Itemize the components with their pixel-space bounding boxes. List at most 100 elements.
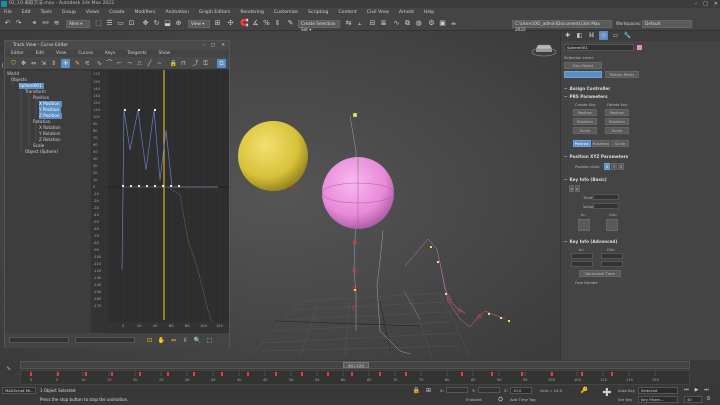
time-config-icon[interactable]: ⏱ [704, 395, 713, 404]
adv-out-field-2[interactable] [601, 261, 623, 267]
material-editor-icon[interactable]: ◍ [414, 19, 423, 28]
slide-keys-icon[interactable]: ⇔ [29, 59, 38, 68]
track-view-title-bar[interactable]: Track View - Curve Editor ✕ □ – [5, 41, 229, 50]
menu-customize[interactable]: Customize [274, 10, 298, 15]
prev-key-icon[interactable]: ◂ [569, 185, 574, 192]
motion-tab-icon[interactable]: ◎ [599, 31, 608, 40]
x-coord-field[interactable] [446, 387, 468, 393]
axis-y-button[interactable]: Y [611, 163, 617, 170]
pan-icon[interactable]: ✋ [157, 336, 166, 345]
project-path-field[interactable]: C:\Users\OO_admin\Documents\3ds Max 2022 [512, 20, 612, 32]
tv-menu-keys[interactable]: Keys [105, 50, 115, 57]
delete-position-key-button[interactable]: Position [605, 109, 629, 116]
set-key-button[interactable]: Set Key [618, 397, 632, 402]
close-icon[interactable]: ✕ [714, 0, 718, 8]
add-time-tag[interactable]: Add Time Tag [510, 397, 535, 402]
menu-file[interactable]: File [4, 10, 12, 15]
select-rotate-icon[interactable]: ↻ [152, 19, 161, 28]
key-mode-selected-dropdown[interactable]: Selected [638, 387, 678, 394]
tv-menu-show[interactable]: Show [159, 50, 171, 57]
reference-coord-dropdown[interactable]: View ▾ [188, 20, 210, 28]
adv-out-field-1[interactable] [601, 253, 623, 259]
create-rotation-key-button[interactable]: Rotation [573, 118, 597, 125]
track-view-curve-editor[interactable]: Track View - Curve Editor ✕ □ – Editor E… [4, 40, 230, 348]
align-icon[interactable]: ⫠ [355, 19, 364, 28]
window-crossing-icon[interactable]: ⊡ [127, 19, 136, 28]
render-setup-icon[interactable]: ⚙ [427, 19, 436, 28]
current-frame-field[interactable]: 40 [684, 396, 702, 403]
mini-curve-icon[interactable]: ∿ [4, 364, 13, 373]
object-color-swatch[interactable] [637, 45, 642, 50]
select-scale-icon[interactable]: ⬓ [163, 19, 172, 28]
create-scale-key-button[interactable]: Scale [573, 127, 597, 134]
selection-filter-dropdown[interactable]: Alles ▾ [66, 20, 90, 28]
select-by-name-icon[interactable]: ☰ [105, 19, 114, 28]
key-time-field[interactable] [593, 194, 619, 200]
snap-frames-icon[interactable]: ⊓ [179, 59, 188, 68]
maximize-icon[interactable]: □ [703, 0, 708, 8]
assign-controller-rollout[interactable]: Assign Controller [564, 86, 638, 92]
draw-curves-icon[interactable]: ✎ [73, 59, 82, 68]
tv-key-value-field[interactable] [75, 337, 135, 343]
angle-snap-icon[interactable]: ∡ [251, 19, 260, 28]
select-object-icon[interactable]: ⬚ [94, 19, 103, 28]
utilities-tab-icon[interactable]: 🔧 [623, 31, 632, 40]
rendered-frame-icon[interactable]: ▣ [438, 19, 447, 28]
in-tangent-button[interactable] [578, 219, 590, 231]
zoom-region-icon[interactable]: ⬚ [205, 336, 214, 345]
zoom-icon[interactable]: 🔍 [193, 336, 202, 345]
lock-selection-icon[interactable]: 🔒 [169, 59, 178, 68]
tv-menu-curves[interactable]: Curves [78, 50, 93, 57]
tv-menu-edit[interactable]: Edit [36, 50, 44, 57]
track-bar-keys[interactable] [30, 372, 613, 376]
track-view-maximize-icon[interactable]: □ [211, 41, 215, 50]
y-coord-field[interactable] [478, 387, 500, 393]
maxscript-listener[interactable]: MAXScript Mi... [2, 387, 36, 394]
placement-icon[interactable]: ⊕ [174, 19, 183, 28]
undo-icon[interactable]: ↶ [3, 19, 12, 28]
curve-editor-icon[interactable]: ∿ [392, 19, 401, 28]
create-selection-set-dropdown[interactable]: Create Selection Set ▾ [298, 20, 340, 32]
adv-in-field-2[interactable] [571, 261, 593, 267]
rotation-tab-button[interactable]: Rotation [592, 140, 610, 147]
key-icon[interactable]: 🔑 [580, 386, 589, 395]
time-slider[interactable]: 40 / 120 [20, 361, 690, 369]
tv-menu-view[interactable]: View [56, 50, 66, 57]
menu-graph-editors[interactable]: Graph Editors [199, 10, 231, 15]
menu-scripting[interactable]: Scripting [308, 10, 328, 15]
position-xyz-rollout[interactable]: Position XYZ Parameters [564, 154, 638, 160]
create-tab-icon[interactable]: ✚ [563, 31, 572, 40]
prs-parameters-rollout[interactable]: PRS Parameters [564, 94, 638, 100]
scale-keys-icon[interactable]: ⇲ [39, 59, 48, 68]
track-view-minimize-icon[interactable]: – [203, 41, 205, 50]
z-position-curve[interactable] [124, 186, 215, 331]
key-info-basic-rollout[interactable]: Key Info (Basic) [564, 177, 638, 183]
menu-create[interactable]: Create [109, 10, 124, 15]
smooth-tangent-icon[interactable]: ~ [155, 59, 164, 68]
menu-civil-view[interactable]: Civil View [367, 10, 389, 15]
absolute-mode-icon[interactable]: ⊞ [424, 386, 433, 395]
filters-icon[interactable]: ⛉ [9, 59, 18, 68]
lock-selection-status-icon[interactable]: 🔒 [412, 386, 421, 395]
sub-object-button[interactable]: Sub-Object [564, 62, 602, 69]
viewcube-icon[interactable] [530, 39, 558, 59]
axis-x-button[interactable]: X [604, 163, 610, 170]
workspaces-dropdown[interactable]: Default [642, 20, 692, 28]
display-tab-icon[interactable]: ▭ [611, 31, 620, 40]
track-view-close-icon[interactable]: ✕ [221, 41, 225, 50]
go-to-end-icon[interactable]: ⏭ [702, 386, 711, 395]
link-icon[interactable]: ⚭ [30, 19, 39, 28]
hierarchy-tab-icon[interactable]: ⌘ [587, 31, 596, 40]
slow-tangent-icon[interactable]: ¬ [125, 59, 134, 68]
scale-tab-button[interactable]: Scale [611, 140, 629, 147]
bind-spacewarp-icon[interactable]: ≋ [52, 19, 61, 28]
x-position-curve[interactable] [121, 109, 218, 271]
adv-in-field-1[interactable] [571, 253, 593, 259]
z-coord-field[interactable]: 10.0 [510, 387, 532, 394]
menu-rendering[interactable]: Rendering [240, 10, 263, 15]
curve-graph[interactable]: 0 20 40 60 80 100 120 [108, 70, 229, 333]
auto-key-button[interactable]: Auto Key [618, 388, 635, 393]
menu-content[interactable]: Content [338, 10, 356, 15]
time-slider-knob[interactable]: 40 / 120 [343, 362, 369, 368]
select-manipulate-icon[interactable]: ✣ [226, 19, 235, 28]
